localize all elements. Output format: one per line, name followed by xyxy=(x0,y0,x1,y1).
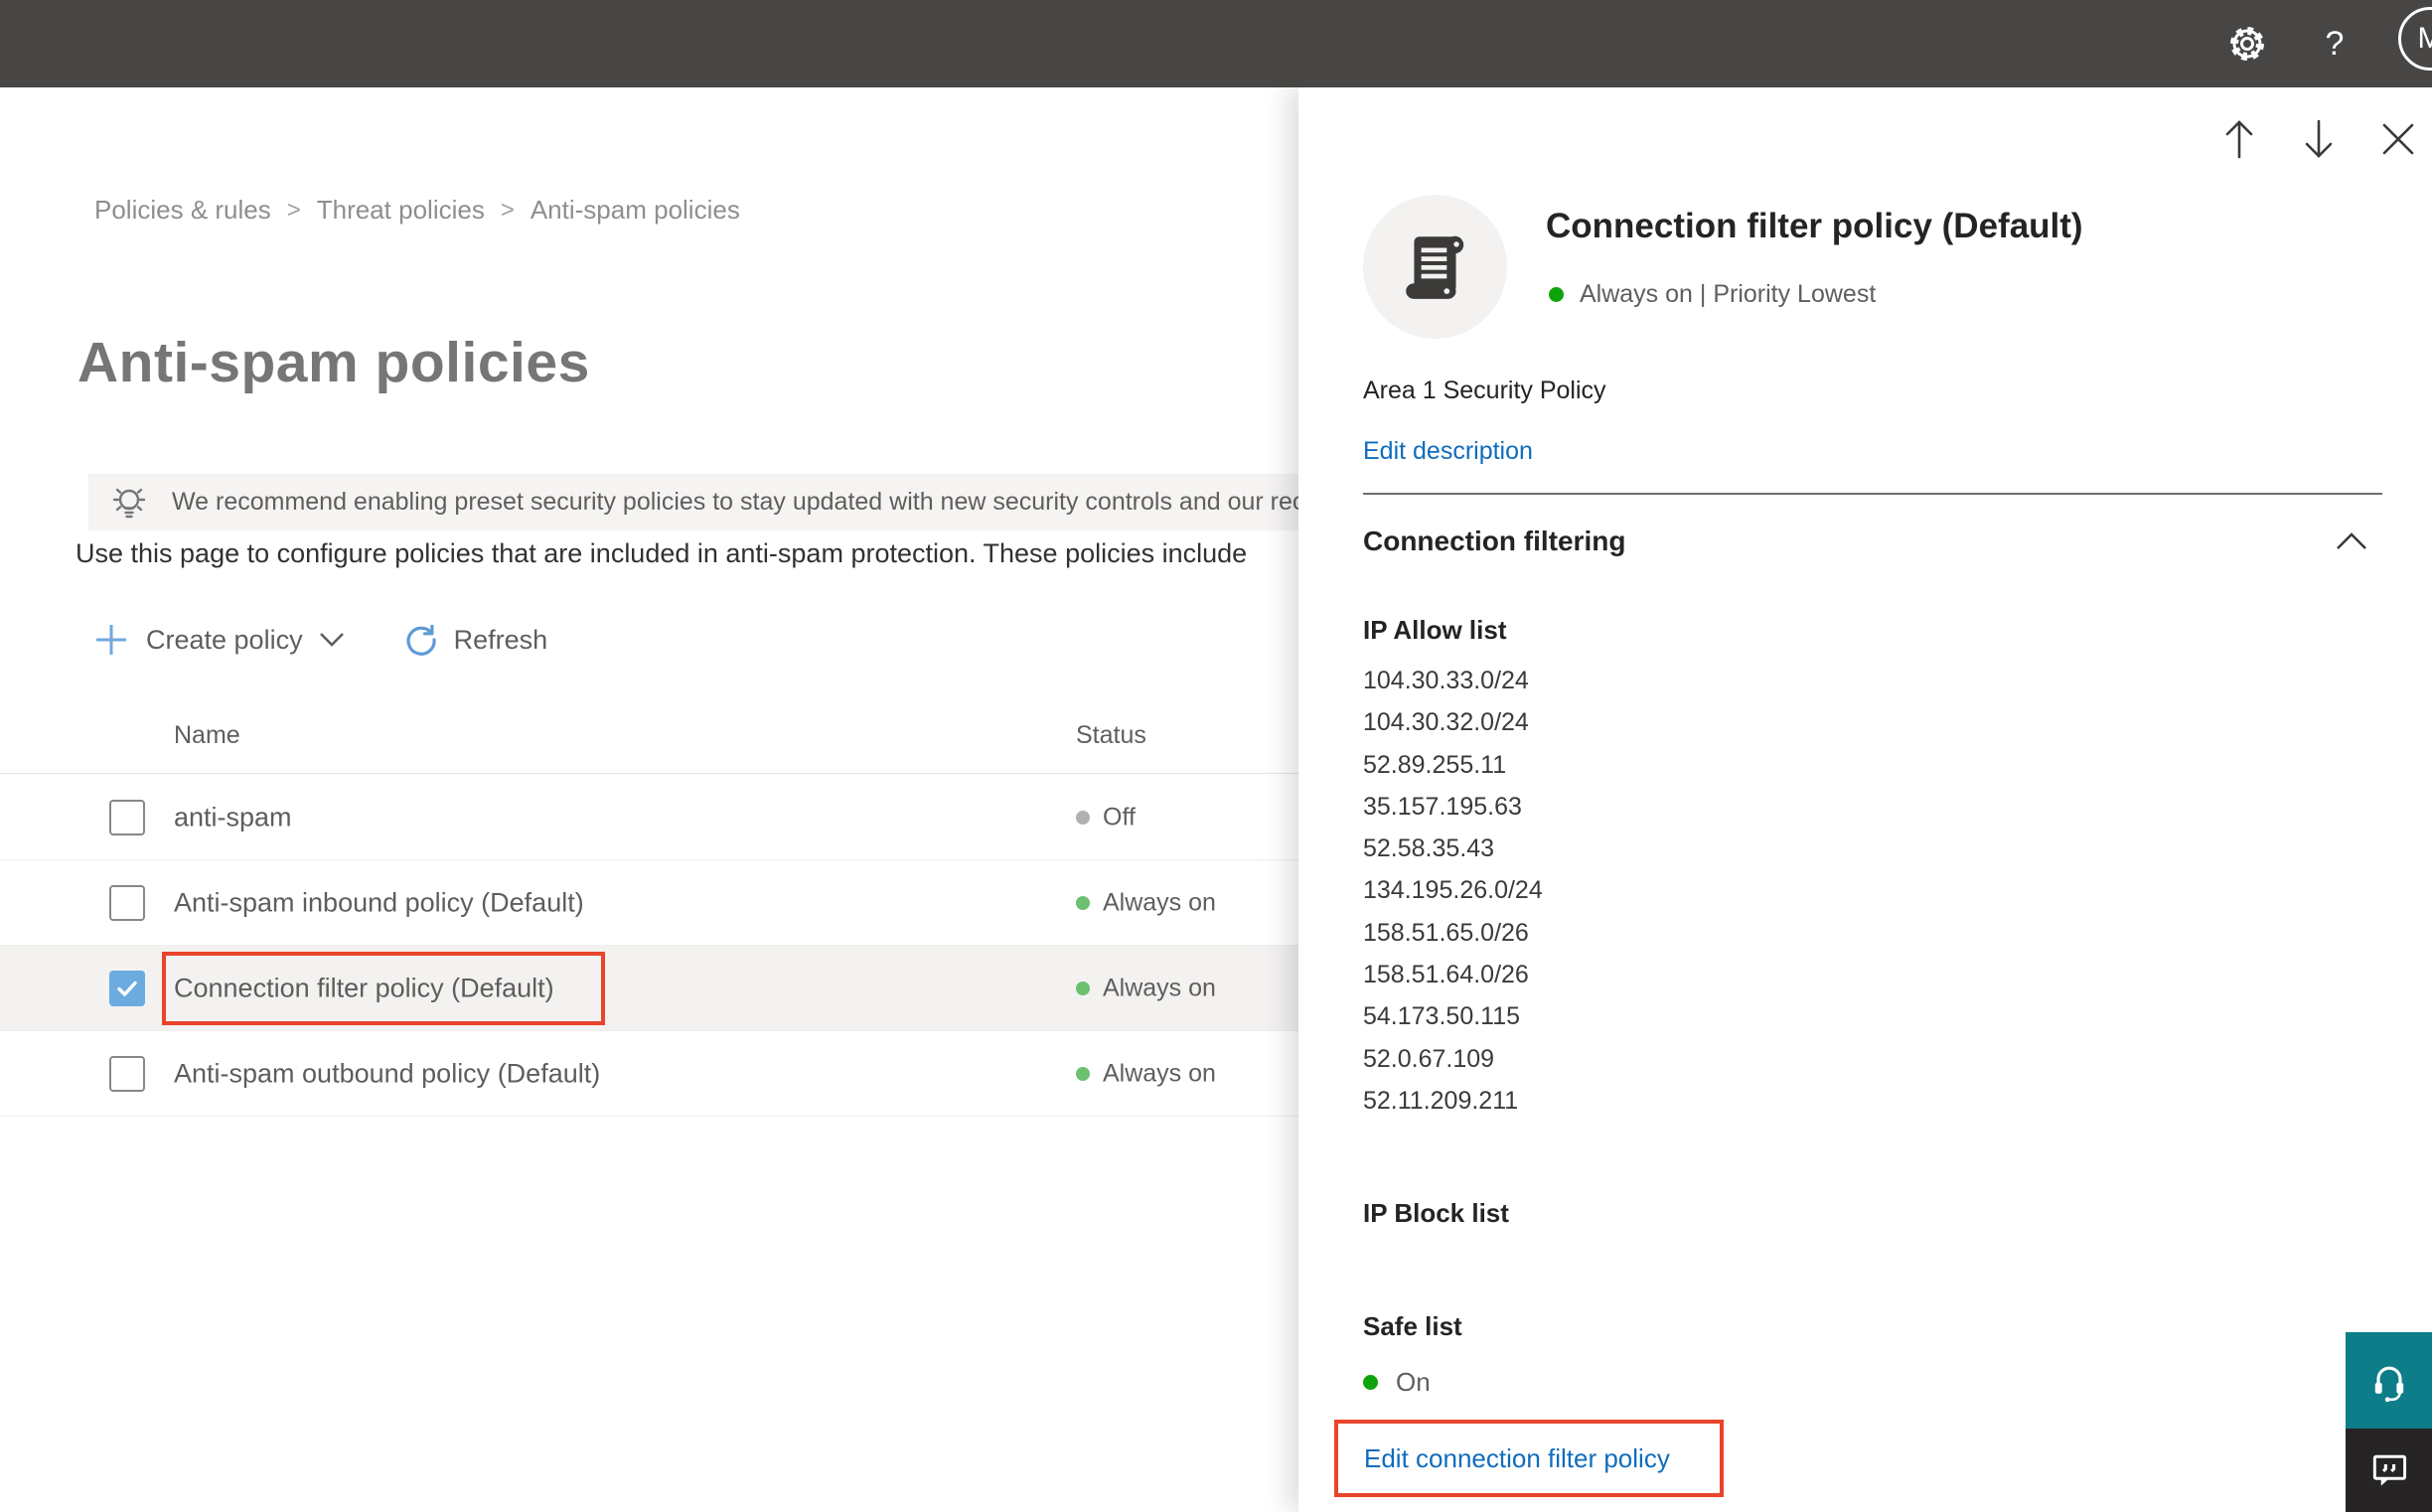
breadcrumb: Policies & rules > Threat policies > Ant… xyxy=(94,195,740,226)
row-checkbox[interactable] xyxy=(109,799,145,835)
edit-description-link[interactable]: Edit description xyxy=(1363,437,1533,465)
refresh-icon xyxy=(406,624,436,656)
previous-item-button[interactable] xyxy=(2221,117,2257,161)
flyout-status-line: Always on | Priority Lowest xyxy=(1549,280,1876,309)
section-divider xyxy=(1363,493,2382,495)
status-label: Always on xyxy=(1103,1059,1216,1087)
page-title: Anti-spam policies xyxy=(77,331,590,394)
arrow-up-icon xyxy=(2225,120,2253,159)
account-avatar[interactable]: M xyxy=(2398,7,2432,71)
edit-connection-filter-policy-link[interactable]: Edit connection filter policy xyxy=(1364,1443,1670,1474)
chevron-up-icon xyxy=(2337,532,2366,549)
feedback-chat-icon xyxy=(2372,1454,2406,1486)
scroll-policy-icon xyxy=(1405,235,1463,299)
policy-name[interactable]: anti-spam xyxy=(174,802,292,832)
close-icon xyxy=(2382,123,2414,155)
policy-description: Area 1 Security Policy xyxy=(1363,377,1606,404)
headset-icon xyxy=(2374,1366,2403,1402)
ip-entry: 35.157.195.63 xyxy=(1363,792,1522,821)
status-label: Always on xyxy=(1103,974,1216,1001)
check-icon xyxy=(117,981,137,996)
safe-list-status-label: On xyxy=(1396,1367,1431,1397)
ip-entry: 52.89.255.11 xyxy=(1363,750,1507,779)
status-dot-on xyxy=(1076,1066,1090,1081)
ip-block-list-title: IP Block list xyxy=(1363,1198,1509,1228)
status-priority-text: Always on | Priority Lowest xyxy=(1580,280,1877,308)
row-checkbox-checked[interactable] xyxy=(109,970,145,1006)
refresh-label: Refresh xyxy=(453,624,548,655)
next-item-button[interactable] xyxy=(2301,117,2337,161)
ip-entry: 104.30.32.0/24 xyxy=(1363,708,1529,737)
security-center-screen: ? M Policies & rules > Threat policies >… xyxy=(0,0,2432,1512)
collapse-section-button[interactable] xyxy=(2335,531,2368,556)
connection-filtering-section-header[interactable]: Connection filtering xyxy=(1363,526,2382,557)
policy-icon-circle xyxy=(1363,195,1507,339)
arrow-down-icon xyxy=(2305,119,2333,158)
close-flyout-button[interactable] xyxy=(2380,117,2416,161)
command-bar: Create policy Refresh xyxy=(94,612,547,668)
ip-entry: 52.58.35.43 xyxy=(1363,834,1495,863)
page-intro-text: Use this page to configure policies that… xyxy=(76,538,1248,568)
breadcrumb-threat-policies[interactable]: Threat policies xyxy=(317,195,485,226)
ip-entry: 52.0.67.109 xyxy=(1363,1044,1495,1073)
flyout-navigation xyxy=(2221,117,2416,161)
help-button[interactable]: ? xyxy=(2305,0,2364,87)
ip-allow-list: 104.30.33.0/24 104.30.32.0/24 52.89.255.11… xyxy=(1363,660,1543,1122)
avatar-initial: M xyxy=(2417,22,2432,55)
column-header-status[interactable]: Status xyxy=(1076,721,1146,750)
create-policy-label: Create policy xyxy=(146,624,303,655)
flyout-title: Connection filter policy (Default) xyxy=(1546,207,2083,245)
policy-details-flyout: Connection filter policy (Default) Alway… xyxy=(1298,87,2432,1512)
breadcrumb-policies-rules[interactable]: Policies & rules xyxy=(94,195,271,226)
breadcrumb-separator: > xyxy=(500,196,515,224)
policy-name[interactable]: Connection filter policy (Default) xyxy=(174,973,554,1003)
column-header-name[interactable]: Name xyxy=(174,721,240,750)
plus-icon xyxy=(96,625,126,655)
ip-entry: 104.30.33.0/24 xyxy=(1363,667,1529,694)
feedback-button[interactable] xyxy=(2346,1429,2432,1512)
status-dot-on xyxy=(1076,895,1090,910)
status-dot-safe-list-on xyxy=(1363,1375,1378,1390)
ip-entry: 54.173.50.115 xyxy=(1363,1002,1521,1031)
status-dot-always-on xyxy=(1549,287,1564,302)
status-label: Off xyxy=(1103,803,1136,831)
lightbulb-icon xyxy=(112,488,146,518)
ip-entry: 134.195.26.0/24 xyxy=(1363,876,1543,905)
status-dot-off xyxy=(1076,810,1090,825)
help-icon: ? xyxy=(2325,24,2345,63)
support-button[interactable] xyxy=(2346,1332,2432,1429)
refresh-button[interactable]: Refresh xyxy=(402,621,548,659)
gear-icon xyxy=(2230,27,2264,61)
safe-list-title: Safe list xyxy=(1363,1311,1462,1341)
settings-button[interactable] xyxy=(2215,0,2279,87)
breadcrumb-anti-spam-policies: Anti-spam policies xyxy=(530,195,740,225)
annotation-highlight-box: Edit connection filter policy xyxy=(1334,1420,1724,1497)
create-policy-button[interactable]: Create policy xyxy=(94,623,345,657)
ip-entry: 158.51.64.0/26 xyxy=(1363,961,1529,989)
ip-entry: 158.51.65.0/26 xyxy=(1363,918,1529,947)
status-label: Always on xyxy=(1103,888,1216,916)
policy-name[interactable]: Anti-spam inbound policy (Default) xyxy=(174,887,584,918)
row-checkbox[interactable] xyxy=(109,1055,145,1092)
ip-allow-list-title: IP Allow list xyxy=(1363,615,1507,645)
section-title: Connection filtering xyxy=(1363,526,1626,556)
ip-entry: 52.11.209.211 xyxy=(1363,1086,1519,1115)
status-dot-on xyxy=(1076,981,1090,995)
breadcrumb-separator: > xyxy=(286,196,301,224)
chevron-down-icon xyxy=(319,633,344,647)
row-checkbox[interactable] xyxy=(109,884,145,921)
banner-text: We recommend enabling preset security po… xyxy=(172,488,1374,516)
top-app-bar: ? M xyxy=(0,0,2432,87)
safe-list-status: On xyxy=(1363,1367,1431,1398)
policy-name[interactable]: Anti-spam outbound policy (Default) xyxy=(174,1058,600,1089)
